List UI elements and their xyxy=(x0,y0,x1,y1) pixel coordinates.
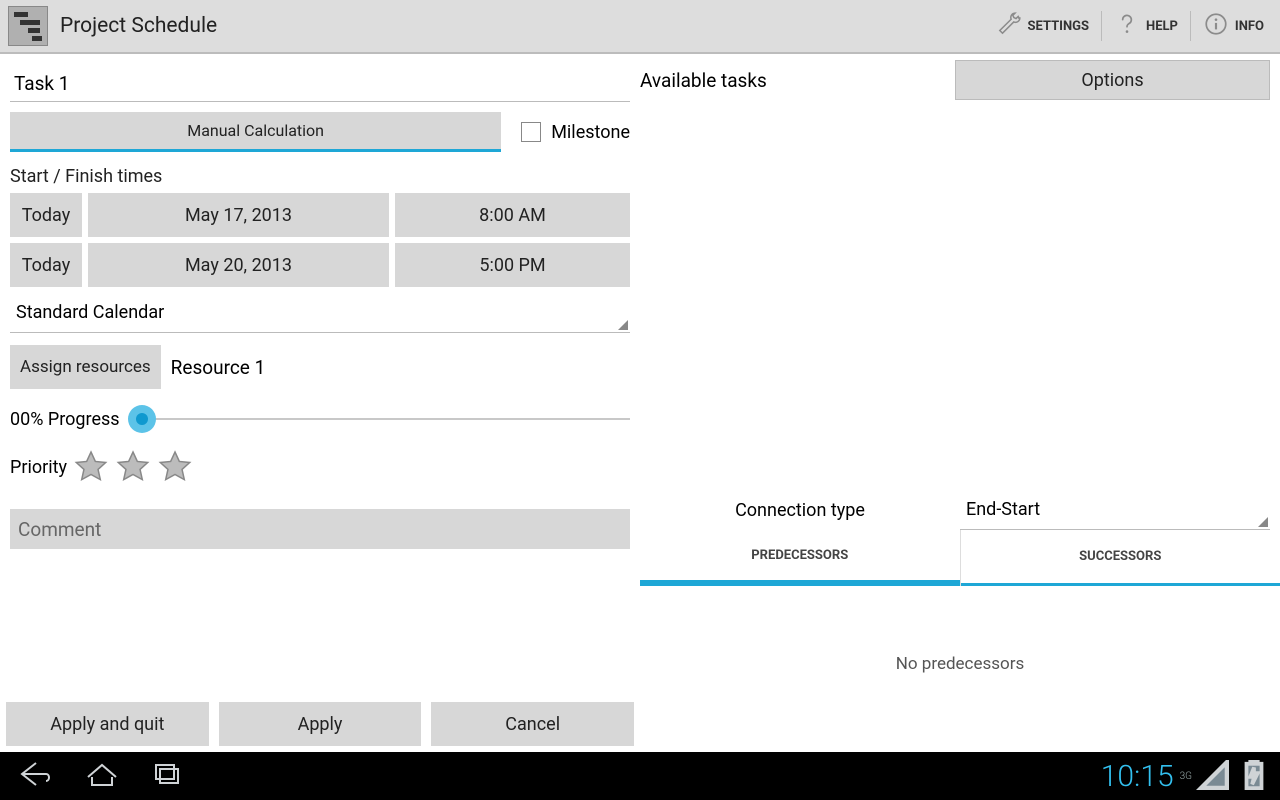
info-label: INFO xyxy=(1235,19,1264,34)
assigned-resource-label: Resource 1 xyxy=(171,356,266,379)
progress-label: 00% Progress xyxy=(10,409,120,430)
assign-resources-button[interactable]: Assign resources xyxy=(10,345,161,389)
system-nav-bar: 10:15 3G xyxy=(0,752,1280,800)
settings-action[interactable]: SETTINGS xyxy=(988,6,1098,46)
calendar-spinner[interactable]: Standard Calendar xyxy=(10,293,630,333)
settings-label: SETTINGS xyxy=(1028,19,1090,34)
available-tasks-label: Available tasks xyxy=(640,69,945,92)
progress-slider[interactable] xyxy=(130,405,630,433)
connection-type-value: End-Start xyxy=(966,499,1040,520)
tab-predecessors[interactable]: PREDECESSORS xyxy=(640,530,960,586)
wrench-icon xyxy=(996,11,1022,41)
start-today-button[interactable]: Today xyxy=(10,193,82,237)
start-finish-label: Start / Finish times xyxy=(10,166,630,187)
separator xyxy=(1101,11,1102,41)
info-action[interactable]: INFO xyxy=(1195,6,1272,46)
milestone-checkbox[interactable]: Milestone xyxy=(521,122,630,143)
task-editor-pane: Manual Calculation Milestone Start / Fin… xyxy=(0,54,640,752)
priority-star-2[interactable] xyxy=(115,449,151,485)
dependencies-pane: Available tasks Options Connection type … xyxy=(640,54,1280,752)
finish-date-button[interactable]: May 20, 2013 xyxy=(88,243,389,287)
help-action[interactable]: HELP xyxy=(1106,6,1186,46)
apply-button[interactable]: Apply xyxy=(219,702,422,746)
start-time-button[interactable]: 8:00 AM xyxy=(395,193,630,237)
priority-star-1[interactable] xyxy=(73,449,109,485)
back-icon[interactable] xyxy=(18,759,54,793)
dropdown-caret-icon xyxy=(618,320,628,330)
app-icon xyxy=(8,6,48,46)
priority-label: Priority xyxy=(10,457,67,478)
battery-icon xyxy=(1236,760,1272,793)
options-button[interactable]: Options xyxy=(955,60,1270,100)
task-name-input[interactable] xyxy=(10,66,630,102)
clock-text: 10:15 xyxy=(1101,759,1174,794)
app-title: Project Schedule xyxy=(60,14,217,38)
tab-successors[interactable]: SUCCESSORS xyxy=(961,530,1280,586)
connection-type-spinner[interactable]: End-Start xyxy=(960,490,1270,530)
actionbar: Project Schedule SETTINGS HELP INFO xyxy=(0,0,1280,54)
apply-and-quit-button[interactable]: Apply and quit xyxy=(6,702,209,746)
home-icon[interactable] xyxy=(84,759,120,793)
recent-apps-icon[interactable] xyxy=(150,759,186,793)
dropdown-caret-icon xyxy=(1258,517,1268,527)
signal-icon xyxy=(1196,760,1232,793)
connection-type-label: Connection type xyxy=(640,500,960,521)
separator xyxy=(1190,11,1191,41)
network-indicator: 3G xyxy=(1180,771,1192,782)
finish-time-button[interactable]: 5:00 PM xyxy=(395,243,630,287)
milestone-label: Milestone xyxy=(551,122,630,143)
cancel-button[interactable]: Cancel xyxy=(431,702,634,746)
checkbox-box xyxy=(521,122,541,142)
no-predecessors-message: No predecessors xyxy=(640,654,1280,674)
calendar-spinner-value: Standard Calendar xyxy=(16,302,164,323)
start-date-button[interactable]: May 17, 2013 xyxy=(88,193,389,237)
help-icon xyxy=(1114,11,1140,41)
help-label: HELP xyxy=(1146,19,1178,34)
priority-star-3[interactable] xyxy=(157,449,193,485)
info-icon xyxy=(1203,11,1229,41)
finish-today-button[interactable]: Today xyxy=(10,243,82,287)
comment-input[interactable] xyxy=(10,509,630,549)
manual-calculation-button[interactable]: Manual Calculation xyxy=(10,112,501,152)
